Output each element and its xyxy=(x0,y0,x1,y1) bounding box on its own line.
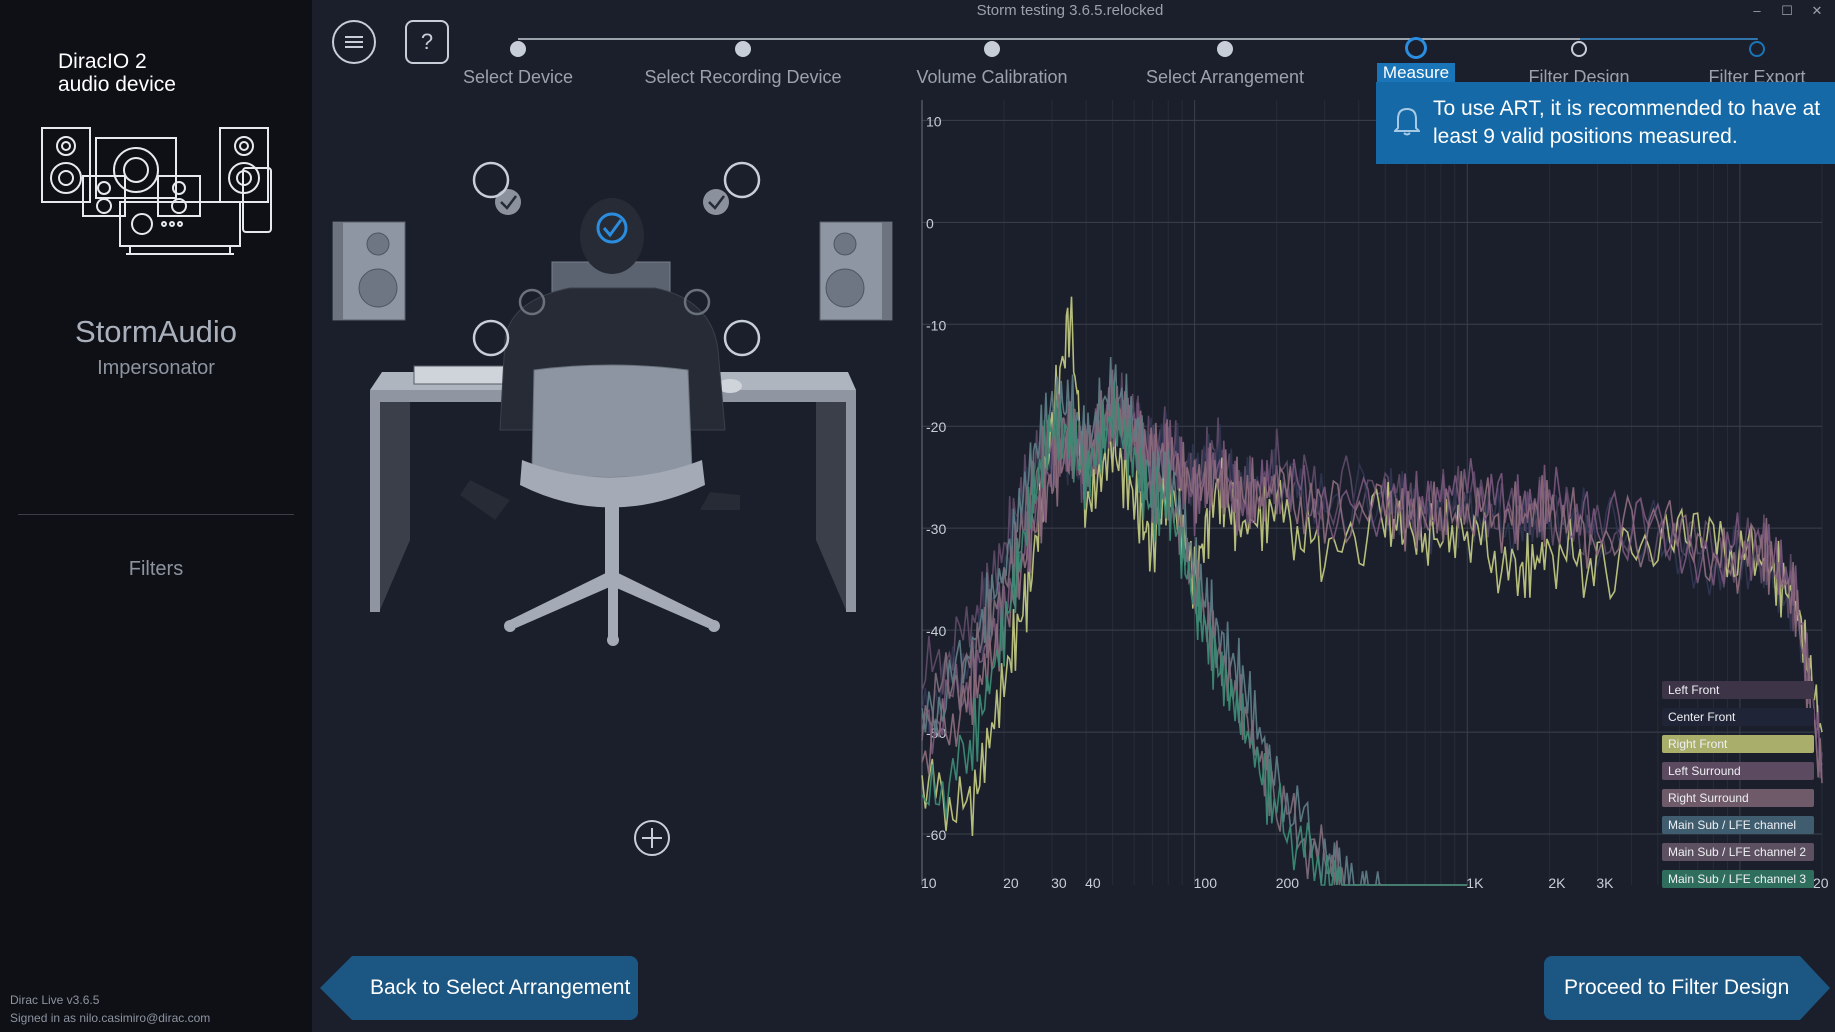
x-tick-label: 2K xyxy=(1548,875,1566,891)
left-speaker-icon xyxy=(332,221,406,321)
legend-item-8[interactable]: Main Sub / LFE channel 3 xyxy=(1662,870,1814,888)
step-dot-measure[interactable] xyxy=(1405,37,1427,59)
brand-subtitle: audio device xyxy=(58,73,176,96)
legend-item-5[interactable]: Right Surround xyxy=(1662,789,1814,807)
y-tick-label: -20 xyxy=(926,419,946,435)
y-tick-label: -30 xyxy=(926,521,946,537)
step-select-device[interactable]: Select Device xyxy=(463,67,573,88)
notification-line2: least 9 valid positions measured. xyxy=(1433,125,1738,148)
step-dot-volume-calibration[interactable] xyxy=(984,41,1000,57)
step-select-arrangement[interactable]: Select Arrangement xyxy=(1146,67,1304,88)
x-tick-label: 20 xyxy=(1813,875,1829,891)
step-select-recording-device[interactable]: Select Recording Device xyxy=(644,67,841,88)
sidebar-item-filters[interactable]: Filters xyxy=(0,558,312,581)
device-name: StormAudio xyxy=(75,314,237,349)
legend-item-3[interactable]: Right Front xyxy=(1662,735,1814,753)
device-model: Impersonator xyxy=(97,357,215,379)
legend-item-2[interactable]: Center Front xyxy=(1662,708,1814,726)
step-dot-select-recording-device[interactable] xyxy=(735,41,751,57)
signed-in-text: Signed in as nilo.casimiro@dirac.com xyxy=(10,1011,211,1025)
speaker-system-icon xyxy=(41,127,272,255)
right-speaker-icon xyxy=(819,221,893,321)
brand-name: DiracIO 2 xyxy=(58,50,147,73)
legend-item-6[interactable]: Main Sub / LFE channel xyxy=(1662,816,1814,834)
version-text: Dirac Live v3.6.5 xyxy=(10,993,100,1007)
x-tick-label: 100 xyxy=(1194,875,1218,891)
sidebar: DiracIO 2 audio device StormAudio Impers… xyxy=(0,0,312,1032)
step-dot-select-device[interactable] xyxy=(510,41,526,57)
y-tick-label: 0 xyxy=(926,215,934,231)
proceed-button[interactable]: Proceed to Filter Design xyxy=(1544,956,1830,1020)
x-tick-label: 10 xyxy=(921,875,937,891)
legend-item-1[interactable]: Left Front xyxy=(1662,681,1814,699)
legend-item-7[interactable]: Main Sub / LFE channel 2 xyxy=(1662,843,1814,861)
y-tick-label: 10 xyxy=(926,113,942,129)
x-tick-label: 20 xyxy=(1003,875,1019,891)
x-tick-label: 30 xyxy=(1051,875,1067,891)
step-dot-filter-design[interactable] xyxy=(1571,41,1587,57)
position-2-measured[interactable] xyxy=(495,189,521,215)
notification-line1: To use ART, it is recommended to have at xyxy=(1433,97,1821,120)
position-3-measured[interactable] xyxy=(703,189,729,215)
position-5-empty[interactable] xyxy=(723,161,761,199)
x-tick-label: 40 xyxy=(1085,875,1101,891)
wizard-stepper: Select Device Select Recording Device Vo… xyxy=(463,10,1835,90)
position-7-empty[interactable] xyxy=(723,319,761,357)
menu-button[interactable] xyxy=(332,20,376,64)
x-tick-label: 200 xyxy=(1276,875,1300,891)
add-position-button[interactable] xyxy=(634,820,670,856)
step-volume-calibration[interactable]: Volume Calibration xyxy=(916,67,1067,88)
step-dot-filter-export[interactable] xyxy=(1749,41,1765,57)
sidebar-divider xyxy=(18,514,294,515)
chair-illustration xyxy=(504,364,720,646)
position-6-empty[interactable] xyxy=(472,319,510,357)
x-tick-label: 1K xyxy=(1466,875,1484,891)
position-4-empty[interactable] xyxy=(472,161,510,199)
y-tick-label: -10 xyxy=(926,317,946,333)
listening-position-scene xyxy=(332,161,893,856)
legend-item-4[interactable]: Left Surround xyxy=(1662,762,1814,780)
back-button[interactable]: Back to Select Arrangement xyxy=(320,956,638,1020)
hamburger-icon xyxy=(345,36,363,48)
step-dot-select-arrangement[interactable] xyxy=(1217,41,1233,57)
bell-icon xyxy=(1394,107,1420,136)
help-button[interactable]: ? xyxy=(405,20,449,64)
x-tick-label: 3K xyxy=(1596,875,1614,891)
y-tick-label: -60 xyxy=(926,827,946,843)
art-notification: To use ART, it is recommended to have at… xyxy=(1376,82,1835,164)
